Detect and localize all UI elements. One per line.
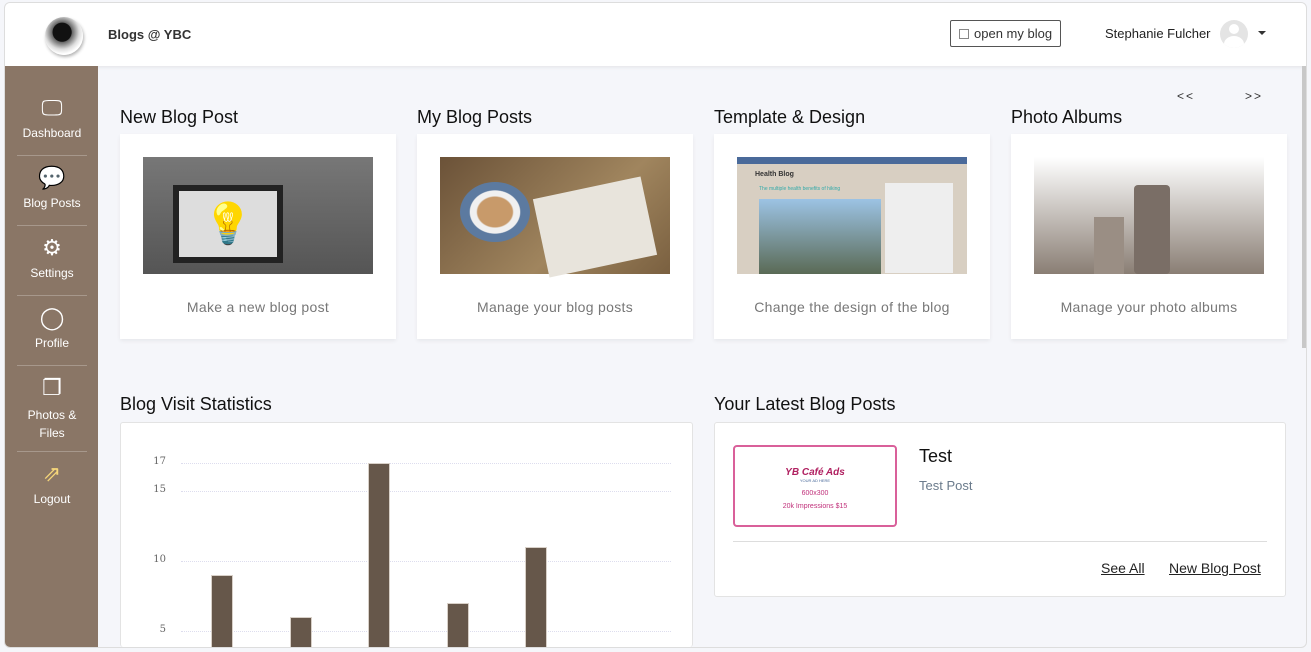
card-photo-albums[interactable]: Manage your photo albums bbox=[1011, 134, 1287, 339]
phone-shape bbox=[1134, 185, 1170, 274]
bar-shape bbox=[1094, 217, 1124, 274]
bar[interactable] bbox=[525, 547, 547, 647]
card-template-design[interactable]: Health Blog The multiple health benefits… bbox=[714, 134, 990, 339]
header: Blogs @ YBC open my blog Stephanie Fulch… bbox=[5, 3, 1306, 66]
card-title: New Blog Post bbox=[120, 107, 239, 127]
logo[interactable] bbox=[45, 17, 83, 55]
see-all-link[interactable]: See All bbox=[1101, 560, 1145, 576]
sidebar-label: Settings bbox=[30, 266, 74, 280]
template-preview-image: Health Blog The multiple health benefits… bbox=[737, 157, 967, 274]
sidebar-item-photos-files[interactable]: ❐ Photos & Files bbox=[17, 366, 87, 452]
card-caption: Manage your blog posts bbox=[476, 299, 634, 315]
y-tick-label: 10 bbox=[153, 554, 166, 565]
preview-photo bbox=[759, 199, 881, 274]
card-title: Photo Albums bbox=[1011, 107, 1123, 127]
app-window: Blogs @ YBC open my blog Stephanie Fulch… bbox=[4, 2, 1307, 648]
sidebar-label: Dashboard bbox=[22, 126, 82, 140]
gridline bbox=[181, 491, 671, 492]
ad-size: 600x300 bbox=[801, 490, 829, 497]
folders-icon: ❐ bbox=[42, 375, 62, 400]
new-blog-post-link[interactable]: New Blog Post bbox=[1169, 560, 1261, 576]
y-tick-label: 17 bbox=[153, 456, 166, 467]
card-my-blog-posts[interactable]: Manage your blog posts bbox=[417, 134, 693, 339]
card-caption: Make a new blog post bbox=[186, 299, 330, 315]
chat-icon: 💬 bbox=[38, 165, 66, 190]
y-tick-label: 5 bbox=[159, 624, 166, 635]
visit-stats-chart: 5 10 15 17 bbox=[120, 422, 693, 647]
sidebar-label: Logout bbox=[33, 492, 71, 506]
post-excerpt: Test Post bbox=[919, 478, 973, 493]
latest-posts-panel: YB Café Ads YOUR AD HERE 600x300 20k Imp… bbox=[714, 422, 1286, 597]
latest-title: Your Latest Blog Posts bbox=[714, 394, 896, 414]
scrollbar[interactable] bbox=[1302, 66, 1306, 348]
brand-title: Blogs @ YBC bbox=[108, 27, 192, 42]
card-caption: Manage your photo albums bbox=[1060, 299, 1238, 315]
share-icon: ⇗ bbox=[42, 461, 62, 486]
stats-title: Blog Visit Statistics bbox=[120, 394, 272, 414]
sidebar-item-settings[interactable]: ⚙ Settings bbox=[17, 226, 87, 296]
chevron-down-icon[interactable] bbox=[1258, 31, 1266, 39]
bar[interactable] bbox=[446, 603, 469, 647]
lightbulb-icon: 💡 bbox=[203, 202, 253, 246]
sidebar-item-dashboard[interactable]: 🖵 Dashboard bbox=[17, 86, 87, 156]
bar[interactable] bbox=[289, 617, 312, 647]
bar[interactable] bbox=[211, 575, 233, 647]
sidebar-label: Blog Posts bbox=[23, 196, 81, 210]
ad-tagline: YOUR AD HERE bbox=[799, 478, 831, 483]
monitor-illustration: 💡 bbox=[173, 185, 283, 263]
user-name[interactable]: Stephanie Fulcher bbox=[1105, 26, 1211, 41]
sidebar-item-profile[interactable]: ◯ Profile bbox=[17, 296, 87, 366]
sidebar-item-logout[interactable]: ⇗ Logout bbox=[17, 452, 87, 522]
open-my-blog-button[interactable]: open my blog bbox=[950, 20, 1062, 47]
lightbulb-desk-image: 💡 bbox=[143, 157, 373, 274]
next-button[interactable]: >> bbox=[1245, 89, 1263, 103]
gridline bbox=[181, 561, 671, 562]
y-tick-label: 15 bbox=[153, 484, 166, 495]
user-icon: ◯ bbox=[39, 305, 65, 330]
preview-title: Health Blog bbox=[755, 171, 794, 178]
avatar[interactable] bbox=[1220, 20, 1248, 48]
charts-image bbox=[1034, 157, 1264, 274]
ad-price: 20k Impressions $15 bbox=[782, 503, 848, 510]
sidebar-label: Photos & Files bbox=[27, 408, 77, 440]
preview-sidebar bbox=[885, 183, 953, 273]
sidebar-label: Profile bbox=[34, 336, 69, 350]
card-title: Template & Design bbox=[714, 107, 866, 127]
post-title[interactable]: Test bbox=[919, 446, 952, 467]
card-caption: Change the design of the blog bbox=[754, 299, 950, 315]
gridline bbox=[181, 463, 671, 464]
coffee-cup bbox=[460, 182, 530, 242]
notebook bbox=[532, 176, 658, 278]
card-new-blog-post[interactable]: 💡 Make a new blog post bbox=[120, 134, 396, 339]
monitor-icon: 🖵 bbox=[41, 95, 63, 120]
sidebar-item-blog-posts[interactable]: 💬 Blog Posts bbox=[17, 156, 87, 226]
coffee-notebook-image bbox=[440, 157, 670, 278]
gridline bbox=[181, 631, 671, 632]
card-title: My Blog Posts bbox=[417, 107, 533, 127]
gear-icon: ⚙ bbox=[42, 235, 62, 260]
post-thumbnail[interactable]: YB Café Ads YOUR AD HERE 600x300 20k Imp… bbox=[733, 445, 897, 527]
external-link-icon bbox=[959, 29, 969, 39]
sidebar: 🖵 Dashboard 💬 Blog Posts ⚙ Settings ◯ Profil… bbox=[5, 66, 98, 647]
open-my-blog-label: open my blog bbox=[974, 26, 1053, 41]
divider bbox=[733, 541, 1267, 542]
ad-brand: YB Café Ads bbox=[785, 467, 845, 478]
prev-button[interactable]: << bbox=[1177, 89, 1195, 103]
preview-navbar bbox=[737, 157, 967, 164]
bar[interactable] bbox=[368, 463, 390, 647]
preview-post-title: The multiple health benefits of hiking bbox=[759, 186, 841, 192]
